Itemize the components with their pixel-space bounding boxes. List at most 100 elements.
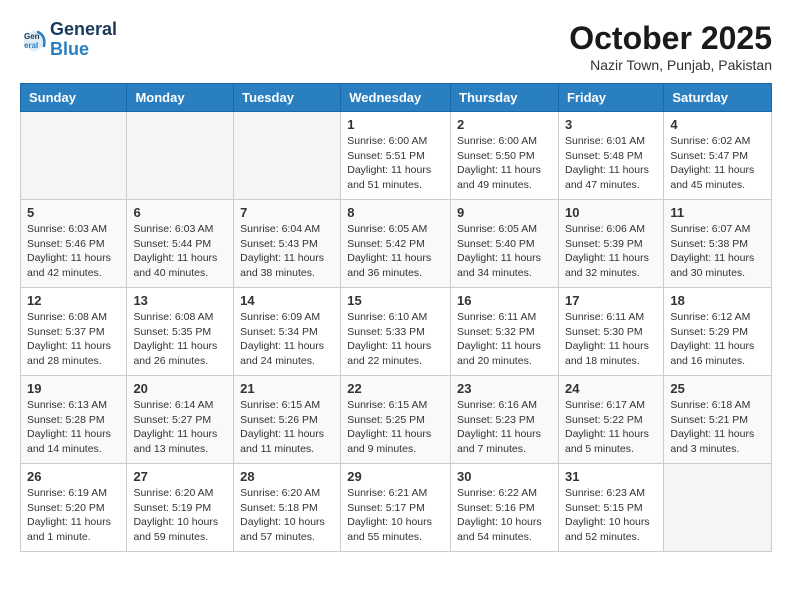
day-info: Sunrise: 6:01 AMSunset: 5:48 PMDaylight:… — [565, 134, 657, 193]
weekday-header-tuesday: Tuesday — [234, 84, 341, 112]
day-info: Sunrise: 6:15 AMSunset: 5:25 PMDaylight:… — [347, 398, 444, 457]
day-info: Sunrise: 6:04 AMSunset: 5:43 PMDaylight:… — [240, 222, 334, 281]
calendar-cell: 3 Sunrise: 6:01 AMSunset: 5:48 PMDaylight… — [558, 112, 663, 200]
weekday-header-thursday: Thursday — [451, 84, 559, 112]
day-number: 8 — [347, 205, 444, 220]
day-number: 5 — [27, 205, 120, 220]
page-header: Gen eral GeneralBlue October 2025 Nazir … — [20, 20, 772, 73]
location-subtitle: Nazir Town, Punjab, Pakistan — [569, 57, 772, 73]
day-number: 4 — [670, 117, 765, 132]
day-info: Sunrise: 6:12 AMSunset: 5:29 PMDaylight:… — [670, 310, 765, 369]
day-info: Sunrise: 6:05 AMSunset: 5:42 PMDaylight:… — [347, 222, 444, 281]
day-info: Sunrise: 6:22 AMSunset: 5:16 PMDaylight:… — [457, 486, 552, 545]
day-info: Sunrise: 6:21 AMSunset: 5:17 PMDaylight:… — [347, 486, 444, 545]
calendar-cell: 26Sunrise: 6:19 AMSunset: 5:20 PMDayligh… — [21, 464, 127, 552]
day-number: 1 — [347, 117, 444, 132]
logo-text: GeneralBlue — [50, 20, 117, 60]
calendar-cell: 16Sunrise: 6:11 AMSunset: 5:32 PMDayligh… — [451, 288, 559, 376]
day-info: Sunrise: 6:03 AMSunset: 5:46 PMDaylight:… — [27, 222, 120, 281]
calendar-cell: 10 Sunrise: 6:06 AMSunset: 5:39 PMDayligh… — [558, 200, 663, 288]
day-info: Sunrise: 6:03 AMSunset: 5:44 PMDaylight:… — [133, 222, 227, 281]
day-number: 13 — [133, 293, 227, 308]
weekday-header-sunday: Sunday — [21, 84, 127, 112]
calendar-week-5: 26Sunrise: 6:19 AMSunset: 5:20 PMDayligh… — [21, 464, 772, 552]
calendar-cell: 23Sunrise: 6:16 AMSunset: 5:23 PMDayligh… — [451, 376, 559, 464]
day-info: Sunrise: 6:00 AMSunset: 5:50 PMDaylight:… — [457, 134, 552, 193]
day-number: 19 — [27, 381, 120, 396]
day-number: 29 — [347, 469, 444, 484]
calendar-cell: 17 Sunrise: 6:11 AMSunset: 5:30 PMDayligh… — [558, 288, 663, 376]
day-number: 10 — [565, 205, 657, 220]
day-number: 28 — [240, 469, 334, 484]
day-number: 24 — [565, 381, 657, 396]
calendar-cell — [664, 464, 772, 552]
day-number: 3 — [565, 117, 657, 132]
day-number: 2 — [457, 117, 552, 132]
day-number: 7 — [240, 205, 334, 220]
day-number: 6 — [133, 205, 227, 220]
day-number: 27 — [133, 469, 227, 484]
logo: Gen eral GeneralBlue — [20, 20, 117, 60]
day-number: 30 — [457, 469, 552, 484]
day-number: 15 — [347, 293, 444, 308]
day-info: Sunrise: 6:16 AMSunset: 5:23 PMDaylight:… — [457, 398, 552, 457]
calendar-cell: 7 Sunrise: 6:04 AMSunset: 5:43 PMDaylight… — [234, 200, 341, 288]
calendar-cell: 1 Sunrise: 6:00 AMSunset: 5:51 PMDaylight… — [341, 112, 451, 200]
calendar-week-4: 19Sunrise: 6:13 AMSunset: 5:28 PMDayligh… — [21, 376, 772, 464]
day-info: Sunrise: 6:00 AMSunset: 5:51 PMDaylight:… — [347, 134, 444, 193]
day-info: Sunrise: 6:06 AMSunset: 5:39 PMDaylight:… — [565, 222, 657, 281]
title-block: October 2025 Nazir Town, Punjab, Pakista… — [569, 20, 772, 73]
calendar-week-1: 1 Sunrise: 6:00 AMSunset: 5:51 PMDaylight… — [21, 112, 772, 200]
weekday-header-friday: Friday — [558, 84, 663, 112]
calendar-week-3: 12 Sunrise: 6:08 AMSunset: 5:37 PMDayligh… — [21, 288, 772, 376]
day-info: Sunrise: 6:20 AMSunset: 5:19 PMDaylight:… — [133, 486, 227, 545]
calendar-cell: 5 Sunrise: 6:03 AMSunset: 5:46 PMDaylight… — [21, 200, 127, 288]
day-number: 21 — [240, 381, 334, 396]
calendar-cell — [127, 112, 234, 200]
day-info: Sunrise: 6:11 AMSunset: 5:30 PMDaylight:… — [565, 310, 657, 369]
calendar-cell: 18Sunrise: 6:12 AMSunset: 5:29 PMDayligh… — [664, 288, 772, 376]
day-number: 9 — [457, 205, 552, 220]
day-info: Sunrise: 6:20 AMSunset: 5:18 PMDaylight:… — [240, 486, 334, 545]
calendar-cell: 29 Sunrise: 6:21 AMSunset: 5:17 PMDayligh… — [341, 464, 451, 552]
calendar-cell: 14 Sunrise: 6:09 AMSunset: 5:34 PMDayligh… — [234, 288, 341, 376]
weekday-header-saturday: Saturday — [664, 84, 772, 112]
calendar-cell — [234, 112, 341, 200]
day-info: Sunrise: 6:23 AMSunset: 5:15 PMDaylight:… — [565, 486, 657, 545]
calendar-cell: 31Sunrise: 6:23 AMSunset: 5:15 PMDayligh… — [558, 464, 663, 552]
svg-text:Gen: Gen — [24, 32, 40, 41]
day-number: 17 — [565, 293, 657, 308]
calendar-cell: 9Sunrise: 6:05 AMSunset: 5:40 PMDaylight… — [451, 200, 559, 288]
calendar-cell — [21, 112, 127, 200]
day-number: 20 — [133, 381, 227, 396]
calendar-cell: 20 Sunrise: 6:14 AMSunset: 5:27 PMDayligh… — [127, 376, 234, 464]
day-info: Sunrise: 6:14 AMSunset: 5:27 PMDaylight:… — [133, 398, 227, 457]
calendar-cell: 25Sunrise: 6:18 AMSunset: 5:21 PMDayligh… — [664, 376, 772, 464]
day-info: Sunrise: 6:02 AMSunset: 5:47 PMDaylight:… — [670, 134, 765, 193]
day-info: Sunrise: 6:07 AMSunset: 5:38 PMDaylight:… — [670, 222, 765, 281]
calendar-cell: 2 Sunrise: 6:00 AMSunset: 5:50 PMDaylight… — [451, 112, 559, 200]
day-info: Sunrise: 6:08 AMSunset: 5:37 PMDaylight:… — [27, 310, 120, 369]
svg-text:eral: eral — [24, 41, 38, 50]
day-number: 22 — [347, 381, 444, 396]
logo-icon: Gen eral — [20, 26, 48, 54]
month-title: October 2025 — [569, 20, 772, 57]
day-number: 25 — [670, 381, 765, 396]
day-info: Sunrise: 6:17 AMSunset: 5:22 PMDaylight:… — [565, 398, 657, 457]
day-number: 16 — [457, 293, 552, 308]
day-number: 26 — [27, 469, 120, 484]
calendar-cell: 13Sunrise: 6:08 AMSunset: 5:35 PMDayligh… — [127, 288, 234, 376]
calendar-cell: 12 Sunrise: 6:08 AMSunset: 5:37 PMDayligh… — [21, 288, 127, 376]
day-info: Sunrise: 6:09 AMSunset: 5:34 PMDaylight:… — [240, 310, 334, 369]
calendar-cell: 15Sunrise: 6:10 AMSunset: 5:33 PMDayligh… — [341, 288, 451, 376]
calendar-cell: 24 Sunrise: 6:17 AMSunset: 5:22 PMDayligh… — [558, 376, 663, 464]
calendar-cell: 22 Sunrise: 6:15 AMSunset: 5:25 PMDayligh… — [341, 376, 451, 464]
calendar-cell: 11 Sunrise: 6:07 AMSunset: 5:38 PMDayligh… — [664, 200, 772, 288]
day-number: 12 — [27, 293, 120, 308]
calendar-table: SundayMondayTuesdayWednesdayThursdayFrid… — [20, 83, 772, 552]
weekday-header-row: SundayMondayTuesdayWednesdayThursdayFrid… — [21, 84, 772, 112]
calendar-cell: 30 Sunrise: 6:22 AMSunset: 5:16 PMDayligh… — [451, 464, 559, 552]
day-number: 14 — [240, 293, 334, 308]
day-number: 11 — [670, 205, 765, 220]
calendar-cell: 6 Sunrise: 6:03 AMSunset: 5:44 PMDaylight… — [127, 200, 234, 288]
